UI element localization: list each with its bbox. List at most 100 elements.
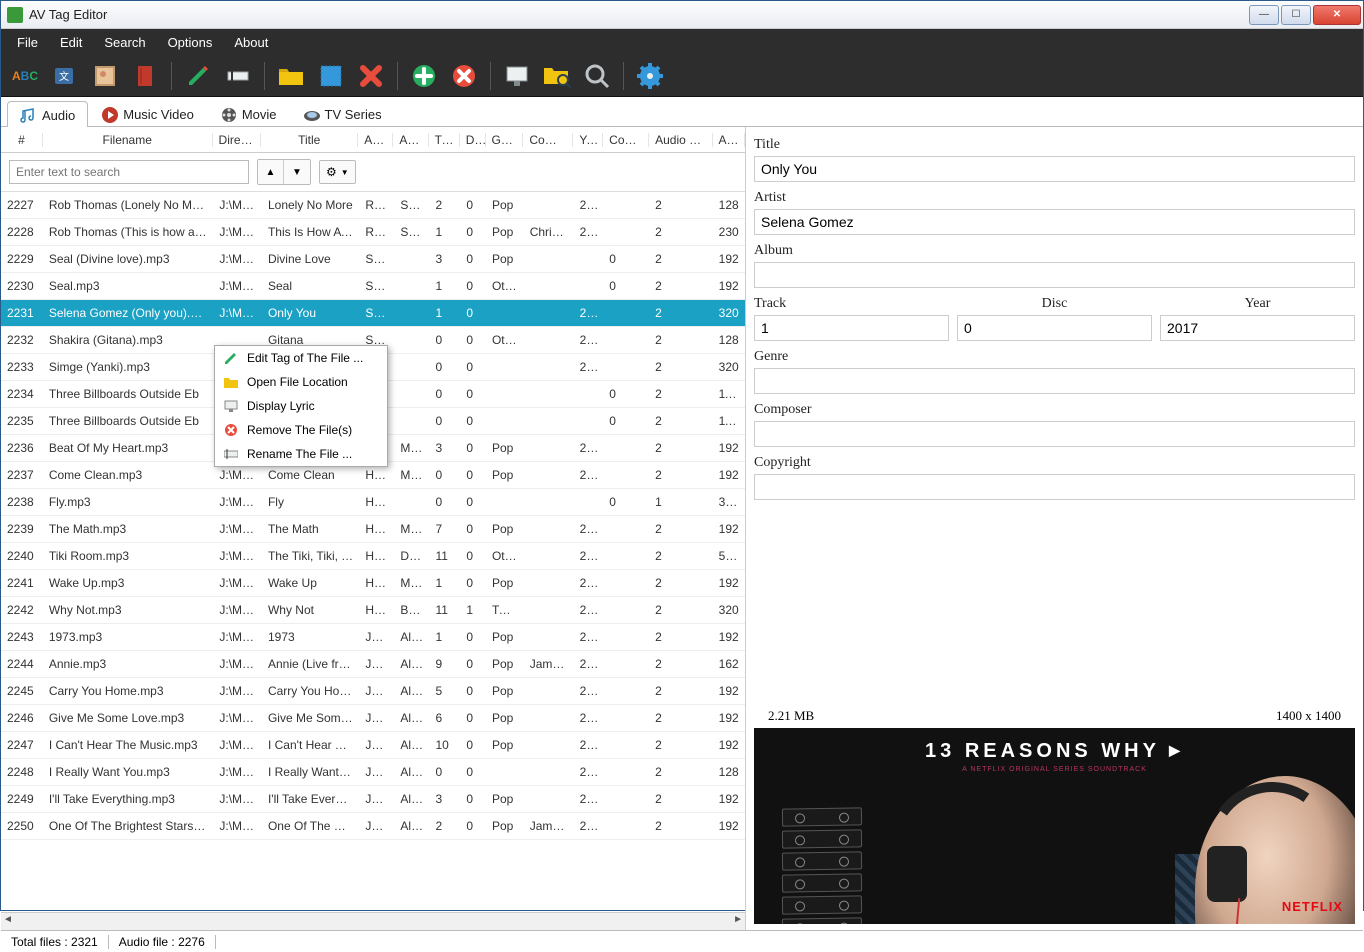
delete-icon[interactable] — [357, 62, 385, 90]
pencil-icon[interactable] — [184, 62, 212, 90]
tab-movie[interactable]: Movie — [207, 100, 290, 126]
col-disc[interactable]: Disc — [460, 133, 486, 147]
col-artist[interactable]: Artist — [358, 133, 393, 147]
cell: 2 — [649, 441, 713, 455]
cell: 2005 — [574, 225, 604, 239]
table-row[interactable]: 2229Seal (Divine love).mp3J:\Mp3 M...Div… — [1, 246, 745, 273]
menu-edit[interactable]: Edit — [50, 31, 92, 54]
cell: 0 — [603, 387, 649, 401]
copyright-field[interactable] — [754, 474, 1355, 500]
table-row[interactable]: 2242Why Not.mp3J:\Mp3 M...Why NotHilar..… — [1, 597, 745, 624]
cell: 0 — [460, 441, 486, 455]
col-audio-channel[interactable]: Audio Channel — [649, 133, 712, 147]
composer-field[interactable] — [754, 421, 1355, 447]
table-row[interactable]: 2244Annie.mp3J:\Mp3 M...Annie (Live from… — [1, 651, 745, 678]
col-filename[interactable]: Filename — [43, 133, 213, 147]
grid-body[interactable]: 2227Rob Thomas (Lonely No More).mp3J:\Mp… — [1, 192, 745, 912]
cm-open-location[interactable]: Open File Location — [215, 370, 387, 394]
magnify-icon[interactable] — [583, 62, 611, 90]
disc-field[interactable] — [957, 315, 1152, 341]
col-number[interactable]: # — [1, 133, 43, 147]
table-row[interactable]: 2240Tiki Room.mp3J:\Mp3 M...The Tiki, Ti… — [1, 543, 745, 570]
screen-icon[interactable] — [503, 62, 531, 90]
column-settings-button[interactable]: ⚙▼ — [319, 160, 356, 184]
cell: 0 — [429, 414, 460, 428]
translate-icon[interactable]: 文 — [51, 62, 79, 90]
cell: The Tiki, Tiki, Tiki Room — [262, 549, 359, 563]
cell: 2247 — [1, 738, 43, 752]
table-row[interactable]: 2246Give Me Some Love.mp3J:\Mp3 M...Give… — [1, 705, 745, 732]
menu-search[interactable]: Search — [94, 31, 155, 54]
maximize-button[interactable]: ☐ — [1281, 5, 1311, 25]
cell: 192 — [713, 819, 745, 833]
cell: Best o... — [394, 603, 429, 617]
col-album[interactable]: Album — [393, 133, 428, 147]
rename-icon[interactable] — [224, 62, 252, 90]
table-row[interactable]: 2248I Really Want You.mp3J:\Mp3 M...I Re… — [1, 759, 745, 786]
cell: All Th... — [394, 684, 429, 698]
search-folder-icon[interactable] — [543, 62, 571, 90]
sort-asc-button[interactable]: ▲ — [258, 160, 284, 184]
table-row[interactable]: 2241Wake Up.mp3J:\Mp3 M...Wake UpHilar..… — [1, 570, 745, 597]
menu-options[interactable]: Options — [158, 31, 223, 54]
minimize-button[interactable]: — — [1249, 5, 1279, 25]
grid-header[interactable]: # Filename Directory Title Artist Album … — [1, 127, 745, 153]
cell: Seal (Divine love).mp3 — [43, 252, 214, 266]
select-all-icon[interactable] — [317, 62, 345, 90]
table-row[interactable]: 2227Rob Thomas (Lonely No More).mp3J:\Mp… — [1, 192, 745, 219]
artist-field[interactable] — [754, 209, 1355, 235]
menu-file[interactable]: File — [7, 31, 48, 54]
window-title: AV Tag Editor — [29, 7, 1249, 22]
cancel-icon[interactable] — [450, 62, 478, 90]
cell: James Blunt — [524, 657, 574, 671]
cell: James Blunt — [524, 819, 574, 833]
col-year[interactable]: Year — [573, 133, 603, 147]
year-field[interactable] — [1160, 315, 1355, 341]
album-art[interactable]: 13 REASONS WHY ▶ A NETFLIX ORIGINAL SERI… — [754, 728, 1355, 924]
track-field[interactable] — [754, 315, 949, 341]
table-row[interactable]: 2247I Can't Hear The Music.mp3J:\Mp3 M..… — [1, 732, 745, 759]
album-field[interactable] — [754, 262, 1355, 288]
book-icon[interactable] — [131, 62, 159, 90]
horizontal-scrollbar[interactable] — [1, 912, 745, 930]
abc-icon[interactable]: ABC — [11, 62, 39, 90]
col-track[interactable]: Track — [429, 133, 460, 147]
picture-icon[interactable] — [91, 62, 119, 90]
table-row[interactable]: 2231Selena Gomez (Only you).mp3J:\Mp3 M.… — [1, 300, 745, 327]
cell: J:\Mp3 M... — [213, 630, 262, 644]
col-aud[interactable]: Aud — [713, 133, 746, 147]
search-input[interactable] — [9, 160, 249, 184]
table-row[interactable]: 22431973.mp3J:\Mp3 M...1973Jam...All Th.… — [1, 624, 745, 651]
cm-edit-tag[interactable]: Edit Tag of The File ... — [215, 346, 387, 370]
table-row[interactable]: 2249I'll Take Everything.mp3J:\Mp3 M...I… — [1, 786, 745, 813]
tab-audio[interactable]: Audio — [7, 101, 88, 127]
cm-display-lyric[interactable]: Display Lyric — [215, 394, 387, 418]
sort-desc-button[interactable]: ▼ — [284, 160, 310, 184]
table-row[interactable]: 2228Rob Thomas (This is how a heart brea… — [1, 219, 745, 246]
close-button[interactable]: ✕ — [1313, 5, 1361, 25]
col-composer[interactable]: Composer — [523, 133, 573, 147]
title-field[interactable] — [754, 156, 1355, 182]
cell: Rob... — [359, 225, 394, 239]
col-copyright[interactable]: Copyright — [603, 133, 649, 147]
add-icon[interactable] — [410, 62, 438, 90]
cm-rename-file[interactable]: Rename The File ... — [215, 442, 387, 466]
table-row[interactable]: 2238Fly.mp3J:\Mp3 M...FlyHilar...000132 … — [1, 489, 745, 516]
tab-music-video[interactable]: Music Video — [88, 100, 207, 126]
cell: All Th... — [394, 630, 429, 644]
table-row[interactable]: 2250One Of The Brightest Stars.mp3J:\Mp3… — [1, 813, 745, 840]
table-row[interactable]: 2245Carry You Home.mp3J:\Mp3 M...Carry Y… — [1, 678, 745, 705]
gear-icon[interactable] — [636, 62, 664, 90]
col-genre[interactable]: Genre — [486, 133, 524, 147]
folder-icon[interactable] — [277, 62, 305, 90]
cell: Three Billboards Outside Eb — [43, 387, 214, 401]
genre-field[interactable] — [754, 368, 1355, 394]
table-row[interactable]: 2239The Math.mp3J:\Mp3 M...The MathHilar… — [1, 516, 745, 543]
menu-about[interactable]: About — [224, 31, 278, 54]
cm-remove-file[interactable]: Remove The File(s) — [215, 418, 387, 442]
col-directory[interactable]: Directory — [213, 133, 262, 147]
tab-tv-series[interactable]: TV Series — [290, 100, 395, 126]
table-row[interactable]: 2230Seal.mp3J:\Mp3 M...SealSeal10Other02… — [1, 273, 745, 300]
col-title[interactable]: Title — [261, 133, 358, 147]
cell: 2246 — [1, 711, 43, 725]
